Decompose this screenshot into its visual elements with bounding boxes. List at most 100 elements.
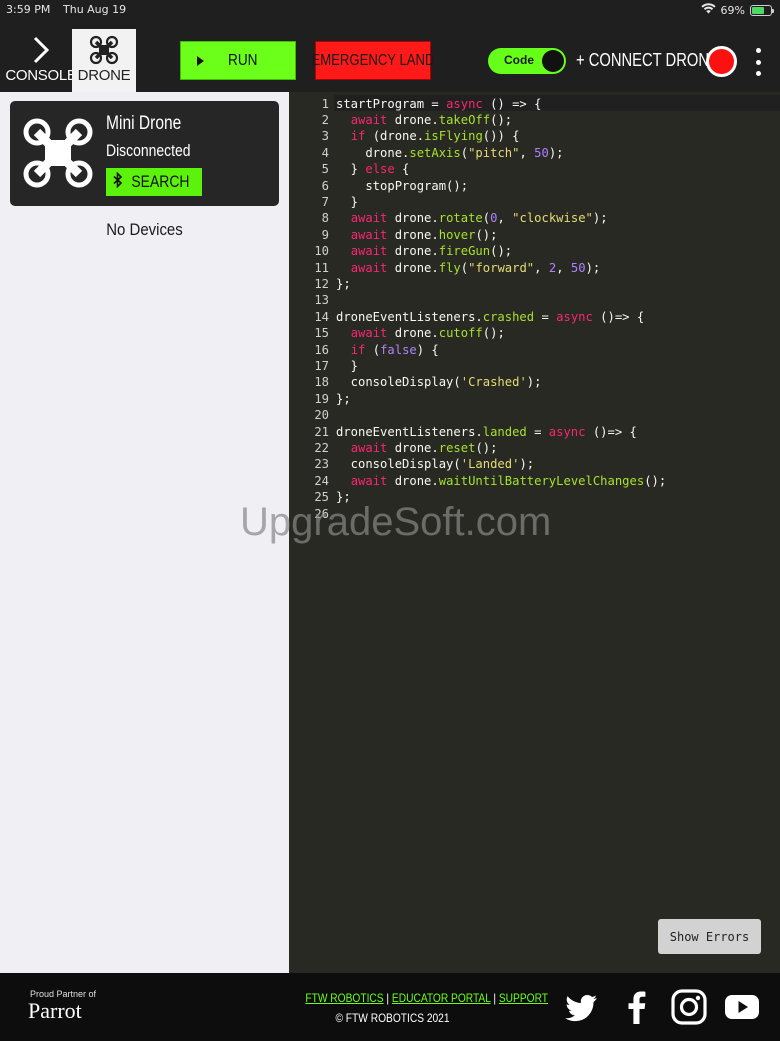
code-line[interactable]: 9 await drone.hover();: [289, 227, 498, 243]
device-panel: Mini Drone Disconnected SEARCH No Device…: [0, 92, 289, 973]
line-number: 10: [314, 244, 329, 259]
line-number: 23: [314, 457, 329, 472]
code-text: consoleDisplay('Crashed');: [336, 375, 542, 390]
code-line[interactable]: 21 droneEventListeners.landed = async ()=…: [289, 424, 637, 440]
more-options-icon[interactable]: [752, 48, 764, 76]
educator-portal-link[interactable]: EDUCATOR PORTAL: [392, 991, 491, 1005]
code-line[interactable]: 16 if (false) {: [289, 342, 438, 358]
device-card: Mini Drone Disconnected SEARCH: [10, 101, 279, 206]
status-time: 3:59 PM: [6, 3, 51, 16]
toggle-knob: [542, 50, 564, 72]
code-text: droneEventListeners.landed = async ()=> …: [336, 424, 637, 439]
code-line[interactable]: 25};: [289, 489, 351, 505]
code-line[interactable]: 7 }: [289, 194, 358, 210]
line-number: 17: [314, 358, 329, 373]
code-text: if (drone.isFlying()) {: [350, 129, 520, 144]
code-text: };: [336, 391, 351, 406]
code-line[interactable]: 15 await drone.cutoff();: [289, 325, 505, 341]
code-text: } else {: [336, 162, 410, 177]
code-line[interactable]: 14 droneEventListeners.crashed = async ()…: [289, 309, 644, 325]
line-number: 20: [314, 408, 329, 423]
status-date: Thu Aug 19: [63, 3, 127, 16]
code-line[interactable]: 12};: [289, 276, 351, 292]
line-number: 19: [314, 391, 329, 406]
code-line[interactable]: 5 } else {: [289, 161, 410, 177]
code-editor[interactable]: 1 startProgram = async () => {2 await dro…: [240, 92, 780, 973]
line-number: 8: [321, 211, 329, 226]
code-line[interactable]: 11 await drone.fly("forward", 2, 50);: [289, 260, 600, 276]
code-line[interactable]: 23 consoleDisplay('Landed');: [289, 456, 534, 472]
line-number: 6: [321, 178, 329, 193]
code-line[interactable]: 1 startProgram = async () => {: [289, 96, 542, 112]
wifi-icon: [700, 3, 716, 17]
code-text: await drone.rotate(0, "clockwise");: [350, 211, 608, 226]
code-text: };: [336, 490, 351, 505]
code-line[interactable]: 19};: [289, 391, 351, 407]
tab-console[interactable]: CONSOLE: [5, 29, 77, 92]
line-number: 2: [321, 112, 329, 127]
play-icon: [197, 55, 204, 66]
code-line[interactable]: 26: [289, 506, 336, 522]
line-number: 15: [314, 326, 329, 341]
code-text: startProgram = async () => {: [336, 96, 542, 111]
code-text: stopProgram();: [336, 178, 469, 193]
drone-icon: [89, 33, 119, 67]
twitter-icon[interactable]: [563, 988, 601, 1026]
tab-drone[interactable]: DRONE: [72, 29, 136, 92]
code-text: await drone.fly("forward", 2, 50);: [350, 260, 601, 275]
code-text: }: [336, 358, 359, 373]
bluetooth-icon: [113, 171, 123, 193]
code-text: droneEventListeners.crashed = async ()=>…: [336, 309, 645, 324]
search-button[interactable]: SEARCH: [106, 168, 202, 196]
facebook-icon[interactable]: [618, 988, 656, 1026]
line-number: 7: [321, 194, 329, 209]
no-devices-text: No Devices: [106, 220, 183, 239]
run-button-label: RUN: [228, 51, 258, 69]
code-line[interactable]: 13: [289, 292, 336, 308]
tab-console-label: CONSOLE: [5, 67, 77, 84]
code-toggle-label: Code: [504, 53, 534, 67]
record-button[interactable]: [706, 46, 737, 77]
code-text: };: [336, 276, 351, 291]
connect-drone-button[interactable]: + CONNECT DRONE: [576, 50, 719, 71]
code-mode-toggle[interactable]: Code: [488, 48, 566, 74]
line-number: 9: [321, 227, 329, 242]
code-line[interactable]: 24 await drone.waitUntilBatteryLevelChan…: [289, 473, 666, 489]
show-errors-button[interactable]: Show Errors: [658, 919, 761, 954]
code-line[interactable]: 10 await drone.fireGun();: [289, 243, 512, 259]
code-line[interactable]: 18 consoleDisplay('Crashed');: [289, 374, 541, 390]
drone-icon: [22, 117, 94, 194]
code-line[interactable]: 22 await drone.reset();: [289, 440, 497, 456]
youtube-icon[interactable]: [723, 988, 761, 1026]
code-line[interactable]: 6 stopProgram();: [289, 178, 468, 194]
line-number: 22: [314, 440, 329, 455]
device-name: Mini Drone: [106, 113, 182, 134]
code-line[interactable]: 3 if (drone.isFlying()) {: [289, 128, 520, 144]
line-number: 13: [314, 293, 329, 308]
search-button-label: SEARCH: [130, 172, 190, 191]
code-line[interactable]: 17 }: [289, 358, 358, 374]
line-number: 25: [314, 490, 329, 505]
footer-links: FTW ROBOTICS | EDUCATOR PORTAL | SUPPORT: [305, 991, 548, 1005]
code-line[interactable]: 2 await drone.takeOff();: [289, 112, 512, 128]
toolbar: CONSOLE DRONE RUN EMERGENCY LAND Code + …: [0, 22, 780, 92]
battery-icon: [750, 4, 774, 16]
run-button[interactable]: RUN: [180, 41, 296, 80]
line-number: 21: [314, 424, 329, 439]
line-number: 12: [314, 276, 329, 291]
line-number: 16: [314, 342, 329, 357]
line-number: 26: [314, 506, 329, 521]
ftw-robotics-link[interactable]: FTW ROBOTICS: [305, 991, 383, 1005]
line-number: 14: [314, 309, 329, 324]
battery-percent: 69%: [720, 3, 745, 17]
instagram-icon[interactable]: [670, 988, 708, 1026]
line-number: 3: [321, 129, 329, 144]
support-link[interactable]: SUPPORT: [499, 991, 548, 1005]
code-line[interactable]: 8 await drone.rotate(0, "clockwise");: [289, 210, 608, 226]
code-line[interactable]: 4 drone.setAxis("pitch", 50);: [289, 145, 564, 161]
code-line[interactable]: 20: [289, 407, 336, 423]
emergency-land-button[interactable]: EMERGENCY LAND: [312, 41, 434, 80]
code-text: await drone.cutoff();: [350, 326, 505, 341]
line-number: 11: [314, 260, 329, 275]
link-separator: |: [493, 991, 497, 1005]
